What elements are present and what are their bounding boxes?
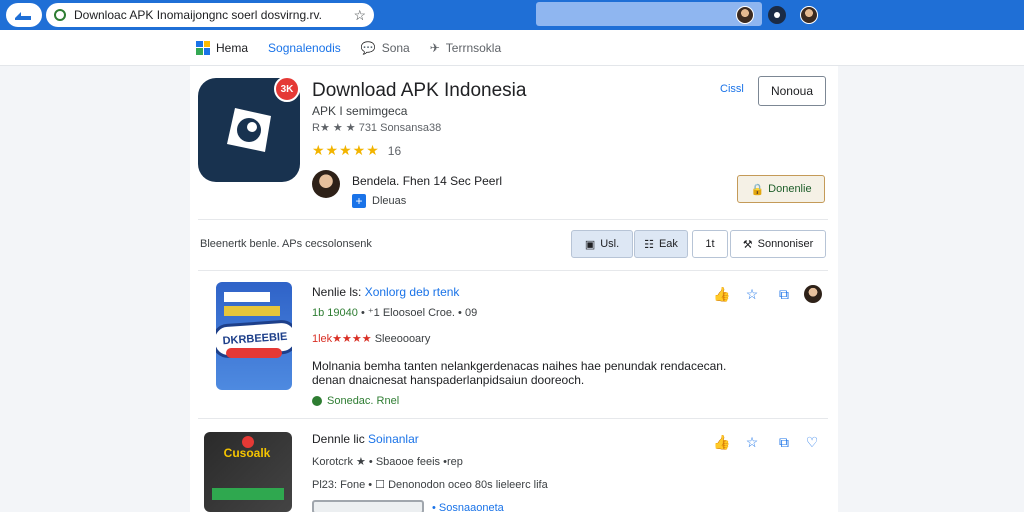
heart-icon[interactable]: ♡: [804, 434, 820, 450]
app-meta: R★ ★ ★ 731 Sonsansa38: [312, 122, 442, 134]
filter-chip-sort-label: Sonnoniser: [757, 238, 814, 250]
item-title-link: Soinanlar: [368, 432, 419, 446]
list-item-rating: Pl23: Fone • ☐ Denonodon oceo 80s lielee…: [312, 479, 548, 491]
item-rating-text: Sleeoooary: [374, 333, 431, 345]
thumbs-up-icon[interactable]: 👍: [713, 286, 730, 302]
wrench-icon: ⚒: [742, 238, 753, 251]
menu-dot-icon[interactable]: [768, 6, 786, 24]
list-item-title[interactable]: Nenlie ls: Xonlorg deb rtenk: [312, 285, 459, 299]
home-arrow-icon: [15, 12, 31, 20]
item-meta-text: • ⁺1 Eloosoel Croe. • 09: [360, 307, 478, 319]
developer-tag-label: Dleuas: [372, 195, 407, 207]
status-dot-icon: [312, 396, 322, 406]
list-icon: ▣: [584, 238, 596, 251]
site-security-icon: [54, 9, 66, 21]
app-detail-panel: 3K Download APK Indonesia APK I semimgec…: [190, 66, 838, 512]
download-button-label: Donenlie: [768, 183, 812, 195]
list-item-link[interactable]: • Sosnaaoneta: [432, 502, 504, 512]
nav-signals-label: Sognalenodis: [268, 40, 341, 55]
top-navigation: Hema Sognalenodis 💬 Sona ✈ Terrnsokla: [0, 30, 1024, 66]
developer-avatar[interactable]: [312, 170, 340, 198]
reviewer-avatar[interactable]: [804, 285, 822, 303]
profile-avatar[interactable]: [736, 6, 754, 24]
app-title: Download APK Indonesia: [312, 80, 527, 101]
nav-chat-label: Sona: [381, 40, 410, 55]
address-bar[interactable]: Downloac APK Inomaijongnc soerl dosvirng…: [46, 3, 374, 27]
star-icon[interactable]: ☆: [353, 7, 366, 24]
apps-grid-icon: [196, 40, 210, 55]
app-subtitle: APK I semimgeca: [312, 104, 408, 118]
item-title-text: Nenlie ls:: [312, 285, 362, 299]
filter-chip-count-label: 1t: [705, 238, 715, 250]
thumbnail-label: Cusoalk: [223, 446, 271, 460]
bookmark-star-icon[interactable]: ☆: [744, 286, 760, 302]
divider: [198, 219, 828, 220]
list-item-meta: Korotcrk ★ • Sbaooe feeis •rep: [312, 456, 463, 468]
nav-terminal-label: Terrnsokla: [445, 40, 502, 55]
app-rating: ★★★★★ 16: [312, 142, 401, 159]
divider: [198, 270, 828, 271]
nav-home[interactable]: Hema: [196, 40, 249, 55]
app-badge: 3K: [274, 76, 300, 102]
list-item-status: Sonedac. Rnel: [312, 395, 399, 407]
chat-bubble-icon: 💬: [360, 40, 376, 55]
divider: [198, 418, 828, 419]
pin-icon: ✈: [429, 40, 440, 55]
nav-chat[interactable]: 💬 Sona: [361, 41, 410, 55]
list-item-description: Molnania bemha tanten nelankgerdenacas n…: [312, 359, 727, 387]
rating-value: 16: [387, 144, 402, 158]
lock-icon: 🔒: [750, 183, 765, 196]
developer-name[interactable]: Bendela. Fhen 14 Sec Peerl: [352, 174, 502, 188]
filter-chip-list-label: Usl.: [600, 238, 620, 250]
item-meta-price: 1b 19040: [312, 307, 358, 319]
bookmark-star-icon[interactable]: ☆: [744, 434, 760, 450]
filter-chip-grid-label: Eak: [658, 238, 678, 250]
plus-icon: +: [352, 194, 366, 208]
share-icon[interactable]: ⧉: [776, 286, 792, 302]
item-title-text: Dennle lic: [312, 432, 365, 446]
rating-stars: ★★★★★: [312, 142, 380, 158]
list-item-title[interactable]: Dennle lic Soinanlar: [312, 432, 419, 446]
home-button[interactable]: [6, 3, 42, 27]
list-item-rating: 1lek★★★★ Sleeoooary: [312, 332, 430, 345]
filter-chip-count[interactable]: 1t: [692, 230, 728, 258]
filter-chip-grid[interactable]: ☷ Eak: [634, 230, 688, 258]
app-logo-icon: [227, 108, 271, 152]
account-avatar[interactable]: [800, 6, 818, 24]
list-item-thumbnail[interactable]: DKRBEEBIE: [216, 282, 292, 390]
filter-description: Bleenertk benle. APs cecsolonsenk: [200, 238, 372, 250]
developer-tag[interactable]: + Dleuas: [352, 194, 406, 208]
list-item-meta: 1b 19040 • ⁺1 Eloosoel Croe. • 09: [312, 306, 477, 319]
browser-toolbar: Downloac APK Inomaijongnc soerl dosvirng…: [0, 0, 1024, 30]
item-status-text: Sonedac. Rnel: [327, 395, 400, 407]
grid-icon: ☷: [644, 238, 654, 251]
download-button[interactable]: 🔒 Donenlie: [737, 175, 825, 203]
filter-chip-sort[interactable]: ⚒ Sonnoniser: [730, 230, 826, 258]
nav-home-label: Hema: [216, 40, 249, 55]
item-rating-stars: 1lek★★★★: [312, 333, 372, 345]
thumbs-up-icon[interactable]: 👍: [713, 434, 730, 450]
close-link[interactable]: Cissl: [720, 83, 744, 95]
right-gutter: [838, 66, 1024, 512]
primary-button[interactable]: Nonoua: [758, 76, 826, 106]
progress-bar: [312, 500, 424, 512]
share-icon[interactable]: ⧉: [776, 434, 792, 450]
nav-signals[interactable]: Sognalenodis: [268, 41, 341, 55]
list-item-thumbnail[interactable]: Cusoalk: [204, 432, 292, 512]
filter-chip-list[interactable]: ▣ Usl.: [571, 230, 633, 258]
search-bar[interactable]: [536, 2, 762, 26]
nav-terminal[interactable]: ✈ Terrnsokla: [430, 41, 501, 55]
url-text: Downloac APK Inomaijongnc soerl dosvirng…: [74, 8, 322, 22]
item-title-link: Xonlorg deb rtenk: [364, 285, 460, 299]
